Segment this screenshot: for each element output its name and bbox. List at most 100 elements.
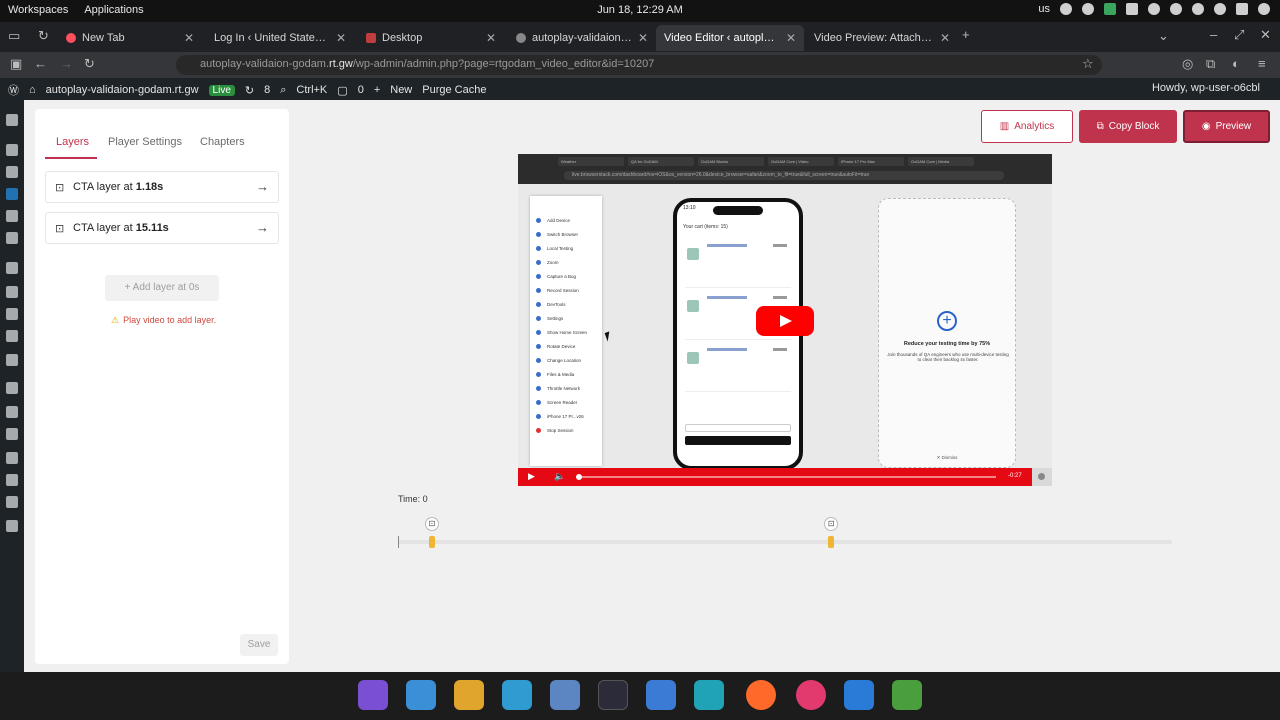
save-button[interactable]: Save (240, 634, 278, 656)
volume-icon[interactable]: 🔈 (554, 471, 565, 482)
software-center-icon[interactable] (646, 680, 676, 710)
text-editor-icon[interactable] (550, 680, 580, 710)
terminal-icon[interactable] (598, 680, 628, 710)
tab-video-editor[interactable]: Video Editor ‹ autoplay-vali✕ (656, 25, 804, 51)
site-name-link[interactable]: autoplay-validaion-godam.rt.gw (46, 84, 199, 96)
video-player[interactable]: Weather QA for GoDAM GoDAM Blocks GoDAM … (518, 154, 1052, 486)
maximize-icon[interactable]: ⤢ (1234, 27, 1244, 43)
window-manager-icon[interactable] (406, 680, 436, 710)
url-bar[interactable]: autoplay-validaion-godam.rt.gw/wp-admin/… (176, 55, 1102, 75)
files-icon[interactable] (502, 680, 532, 710)
tab-desktop[interactable]: Desktop ✕ (358, 25, 504, 51)
battery-icon[interactable] (1236, 3, 1248, 15)
new-tab-icon[interactable]: + (962, 27, 970, 42)
user-menu[interactable]: Howdy, wp-user-o6cbl (1152, 82, 1260, 94)
tab-list-icon[interactable]: ⌄ (1158, 28, 1169, 44)
comments-count[interactable]: 0 (358, 84, 364, 96)
settings-icon[interactable] (6, 496, 18, 508)
collapse-menu-icon[interactable] (6, 520, 18, 532)
system-monitor-icon[interactable] (892, 680, 922, 710)
reload-icon[interactable]: ↻ (84, 56, 95, 72)
comments-icon[interactable]: ▢ (337, 84, 347, 97)
posts-icon[interactable] (6, 144, 18, 156)
minimize-icon[interactable]: – (1210, 27, 1217, 42)
search-app-icon[interactable] (358, 680, 388, 710)
bluetooth-icon[interactable] (1170, 3, 1182, 15)
add-layer-button[interactable]: + Add layer at 0s (105, 275, 219, 301)
timeline-track[interactable] (398, 536, 1172, 548)
sidebar-toggle-icon[interactable]: ▣ (10, 56, 22, 72)
search-icon[interactable]: ⌕ (280, 84, 286, 97)
marketing-icon[interactable] (6, 354, 18, 366)
close-tab-icon[interactable]: ✕ (940, 31, 950, 45)
clipboard-tray-icon[interactable] (1126, 3, 1138, 15)
extensions-icon[interactable]: ⧉ (1206, 56, 1215, 72)
keyboard-layout[interactable]: us (1038, 3, 1050, 15)
tab-layers[interactable]: Layers (56, 136, 89, 148)
app-tray-icon[interactable] (1104, 3, 1116, 15)
play-icon[interactable]: ▶ (528, 471, 535, 482)
payments-icon[interactable] (6, 308, 18, 320)
youtube-play-icon[interactable] (756, 306, 814, 336)
menu-icon[interactable]: ≡ (1258, 56, 1266, 71)
github-tray-icon[interactable] (1082, 3, 1094, 15)
tab-video-preview[interactable]: Video Preview: Attachment ✕ (806, 25, 958, 51)
power-icon[interactable] (1258, 3, 1270, 15)
updates-icon[interactable]: ↻ (245, 84, 254, 97)
account-icon[interactable]: ◎ (1182, 56, 1193, 72)
forward-icon[interactable]: → (60, 56, 73, 71)
wordpress-logo-icon[interactable]: Ⓦ (8, 82, 19, 98)
bookmark-star-icon[interactable]: ☆ (1082, 56, 1094, 72)
display-icon[interactable] (1192, 3, 1204, 15)
tools-icon[interactable] (6, 474, 18, 486)
users-icon[interactable] (6, 452, 18, 464)
layer-marker-icon[interactable]: ⊡ (424, 517, 439, 531)
analytics-menu-icon[interactable] (6, 330, 18, 342)
appearance-icon[interactable] (6, 382, 18, 394)
search-shortcut[interactable]: Ctrl+K (296, 84, 327, 96)
screenshot-app-icon[interactable] (694, 680, 724, 710)
layer-marker[interactable] (428, 536, 435, 548)
updates-count[interactable]: 8 (264, 84, 270, 96)
tab-chapters[interactable]: Chapters (200, 136, 245, 148)
new-icon[interactable]: + (374, 84, 380, 96)
comments-menu-icon[interactable] (6, 232, 18, 244)
layer-item[interactable]: ⊡ CTA layer at 15.11s → (45, 212, 279, 244)
layer-item[interactable]: ⊡ CTA layer at 1.18s → (45, 171, 279, 203)
video-progress-handle[interactable] (576, 474, 582, 480)
reload-tab-icon[interactable]: ↻ (38, 28, 49, 44)
video-editor-icon[interactable] (6, 188, 18, 200)
godam-icon[interactable] (6, 166, 18, 178)
tab-new-tab[interactable]: New Tab ✕ (58, 25, 202, 51)
system-clock[interactable]: Jun 18, 12:29 AM (597, 4, 683, 16)
tab-overview-icon[interactable]: ▭ (8, 28, 20, 44)
tab-autoplay[interactable]: autoplay-validaion-goda✕ (508, 25, 656, 51)
arrow-right-icon[interactable]: → (256, 179, 269, 194)
chrome-tray-icon[interactable] (1060, 3, 1072, 15)
vpn-icon[interactable]: ◐ (1232, 56, 1240, 71)
purge-cache-link[interactable]: Purge Cache (422, 84, 486, 96)
dashboard-icon[interactable] (6, 114, 18, 126)
close-window-icon[interactable]: ✕ (1260, 27, 1271, 43)
video-progress-bar[interactable] (578, 476, 996, 478)
woocommerce-icon[interactable] (6, 262, 18, 274)
new-content-link[interactable]: New (390, 84, 412, 96)
pages-icon[interactable] (6, 210, 18, 222)
close-tab-icon[interactable]: ✕ (336, 31, 346, 45)
wifi-icon[interactable] (1214, 3, 1226, 15)
close-tab-icon[interactable]: ✕ (786, 31, 796, 45)
arrow-right-icon[interactable]: → (256, 220, 269, 235)
settings-gear-icon[interactable] (1032, 468, 1052, 486)
close-tab-icon[interactable]: ✕ (486, 31, 496, 45)
copy-block-button[interactable]: ⧉ Copy Block (1079, 110, 1177, 143)
close-tab-icon[interactable]: ✕ (184, 31, 194, 45)
app-grid-icon[interactable] (454, 680, 484, 710)
back-icon[interactable]: ← (34, 56, 47, 71)
layer-marker-icon[interactable]: ⊡ (824, 517, 839, 531)
layer-marker[interactable] (828, 536, 835, 548)
slack-icon[interactable] (796, 680, 826, 710)
firefox-dock-icon[interactable] (746, 680, 776, 710)
tab-player-settings[interactable]: Player Settings (108, 136, 182, 148)
products-icon[interactable] (6, 286, 18, 298)
volume-icon[interactable] (1148, 3, 1160, 15)
